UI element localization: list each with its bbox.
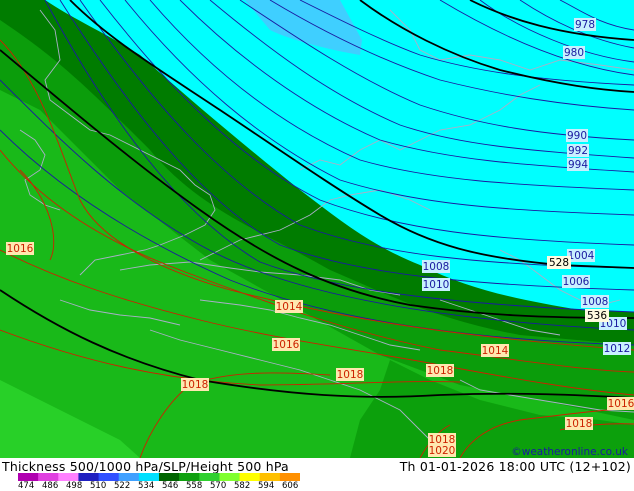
slp-label: 1014: [275, 300, 303, 313]
credit-link[interactable]: ©weatheronline.co.uk: [511, 446, 628, 458]
svg-text:1008: 1008: [423, 261, 450, 273]
slp-label: 980: [563, 46, 585, 59]
svg-text:1008: 1008: [582, 296, 609, 308]
svg-text:992: 992: [568, 145, 588, 157]
svg-text:1018: 1018: [566, 418, 593, 430]
slp-label: 1020: [428, 444, 456, 457]
svg-text:1014: 1014: [482, 345, 509, 357]
valid-time: Th 01-01-2026 18:00 UTC (12+102): [399, 459, 631, 474]
slp-label: 1016: [607, 397, 634, 410]
color-scale-swatch: [259, 473, 281, 481]
svg-text:994: 994: [568, 159, 588, 171]
svg-text:980: 980: [564, 47, 584, 59]
color-scale-swatch: [179, 473, 200, 481]
slp-label: 1018: [565, 417, 593, 430]
thickness-label: 536: [585, 309, 609, 322]
svg-text:1004: 1004: [568, 250, 595, 262]
slp-label: 1018: [336, 368, 364, 381]
slp-label: 1006: [562, 275, 590, 288]
map-footer: Thickness 500/1000 hPa/SLP/Height 500 hP…: [0, 446, 634, 491]
color-scale-swatch: [98, 473, 120, 481]
slp-label: 1014: [481, 344, 509, 357]
svg-text:1018: 1018: [337, 369, 364, 381]
slp-label: 1016: [6, 242, 34, 255]
slp-label: 1008: [422, 260, 450, 273]
color-scale-swatch: [239, 473, 261, 481]
slp-label: 1016: [272, 338, 300, 351]
svg-text:1016: 1016: [7, 243, 34, 255]
slp-label: 1018: [181, 378, 209, 391]
svg-text:536: 536: [587, 310, 607, 322]
color-scale-swatch: [18, 473, 39, 481]
color-scale-swatch: [219, 473, 241, 481]
color-scale-swatch: [199, 473, 220, 481]
svg-text:1014: 1014: [276, 301, 303, 313]
svg-text:978: 978: [575, 19, 595, 31]
svg-text:1020: 1020: [429, 445, 456, 457]
slp-label: 1008: [581, 295, 609, 308]
slp-label: 978: [574, 18, 596, 31]
slp-label: 1012: [603, 342, 631, 355]
thickness-label: 528: [547, 256, 571, 269]
svg-text:1012: 1012: [604, 343, 631, 355]
color-scale-swatch: [78, 473, 100, 481]
slp-label: 1010: [422, 278, 450, 291]
color-scale-swatch: [159, 473, 180, 481]
weather-map: 978 980 990 992 994 1004 1006 1008 1008 …: [0, 0, 634, 458]
slp-label: 1018: [426, 364, 454, 377]
svg-text:1018: 1018: [427, 365, 454, 377]
svg-text:1016: 1016: [273, 339, 300, 351]
color-scale-ticks: 474 486 498 510 522 534 546 558 570 582 594 606: [18, 481, 318, 491]
slp-label: 1004: [567, 249, 595, 262]
color-scale-swatch: [38, 473, 59, 481]
svg-text:528: 528: [549, 257, 569, 269]
color-scale-swatch: [138, 473, 160, 481]
svg-text:1010: 1010: [423, 279, 450, 291]
slp-label: 992: [567, 144, 589, 157]
svg-text:1006: 1006: [563, 276, 590, 288]
color-scale-swatch: [118, 473, 140, 481]
slp-label: 994: [567, 158, 589, 171]
svg-text:1018: 1018: [182, 379, 209, 391]
slp-label: 990: [566, 129, 588, 142]
color-scale-swatch: [279, 473, 300, 481]
svg-text:1016: 1016: [608, 398, 634, 410]
color-scale-swatch: [58, 473, 79, 481]
svg-text:990: 990: [567, 130, 587, 142]
